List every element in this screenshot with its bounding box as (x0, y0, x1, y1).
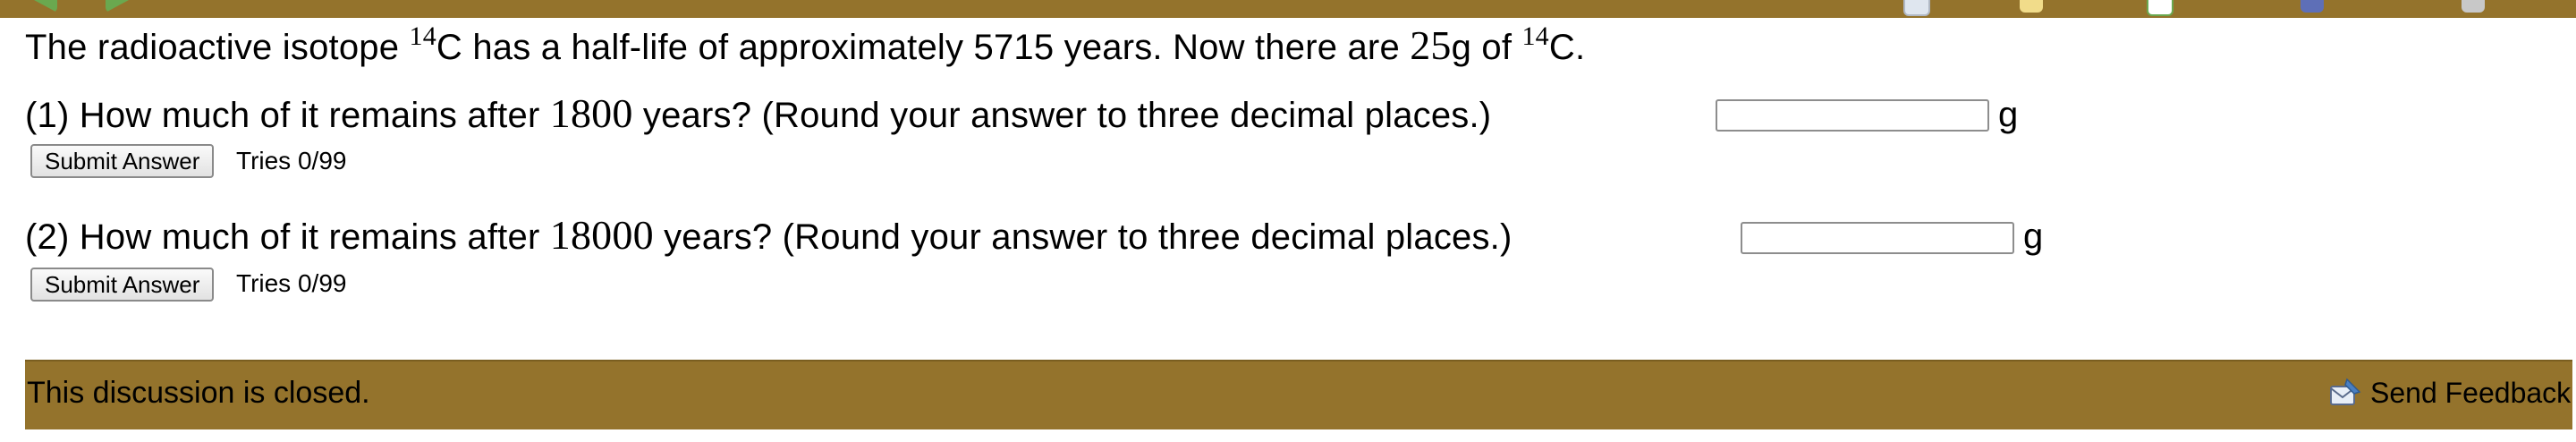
question-1-text: (1) How much of it remains after 1800 ye… (25, 89, 1491, 137)
question-1-prefix: (1) How much of it remains after (25, 96, 550, 135)
note-icon[interactable] (2020, 0, 2043, 13)
back-arrow-icon[interactable] (34, 0, 57, 13)
initial-amount: 25 (1410, 22, 1452, 68)
question-1-suffix: years? (Round your answer to three decim… (632, 96, 1492, 135)
isotope-symbol: C (436, 28, 462, 67)
print-icon[interactable] (2462, 0, 2485, 13)
question-2-text: (2) How much of it remains after 18000 y… (25, 211, 1513, 259)
submit-answer-2-button[interactable]: Submit Answer (30, 268, 215, 302)
answer-2-input[interactable] (1741, 222, 2014, 254)
isotope-symbol-2: C (1548, 28, 1575, 67)
tries-2-counter: Tries 0/99 (236, 269, 347, 297)
question-1-years: 1800 (549, 90, 633, 136)
isotope-mass: 14 (409, 21, 436, 51)
question-2-suffix: years? (Round your answer to three decim… (653, 217, 1513, 257)
top-toolbar (0, 0, 2576, 18)
answer-1-unit: g (1998, 95, 2019, 134)
grades-icon[interactable] (2147, 0, 2174, 16)
intro-text: The radioactive isotope (25, 28, 410, 67)
puzzle-icon[interactable] (2301, 0, 2324, 13)
tries-1-counter: Tries 0/99 (236, 147, 347, 174)
answer-1-input[interactable] (1716, 99, 1989, 132)
submit-answer-1-button[interactable]: Submit Answer (30, 144, 215, 178)
answer-2-unit: g (2023, 217, 2044, 256)
discussion-footer: This discussion is closed. Send Feedback (25, 360, 2572, 429)
question-2-prefix: (2) How much of it remains after (25, 217, 550, 257)
amount-unit: g (1451, 28, 1472, 67)
feedback-icon[interactable] (2327, 376, 2363, 412)
clock-icon[interactable] (1903, 0, 1930, 16)
send-feedback-link[interactable]: Send Feedback (2370, 377, 2571, 410)
problem-intro: The radioactive isotope 14C has a half-l… (25, 21, 1585, 69)
discussion-closed-text: This discussion is closed. (27, 376, 370, 410)
question-2-years: 18000 (549, 212, 654, 258)
forward-arrow-icon[interactable] (106, 0, 129, 13)
intro-period: . (1574, 28, 1586, 67)
intro-text-2: has a half-life of approximately 5715 ye… (462, 28, 1411, 67)
intro-text-3: of (1471, 28, 1522, 67)
isotope-mass-2: 14 (1521, 21, 1549, 51)
